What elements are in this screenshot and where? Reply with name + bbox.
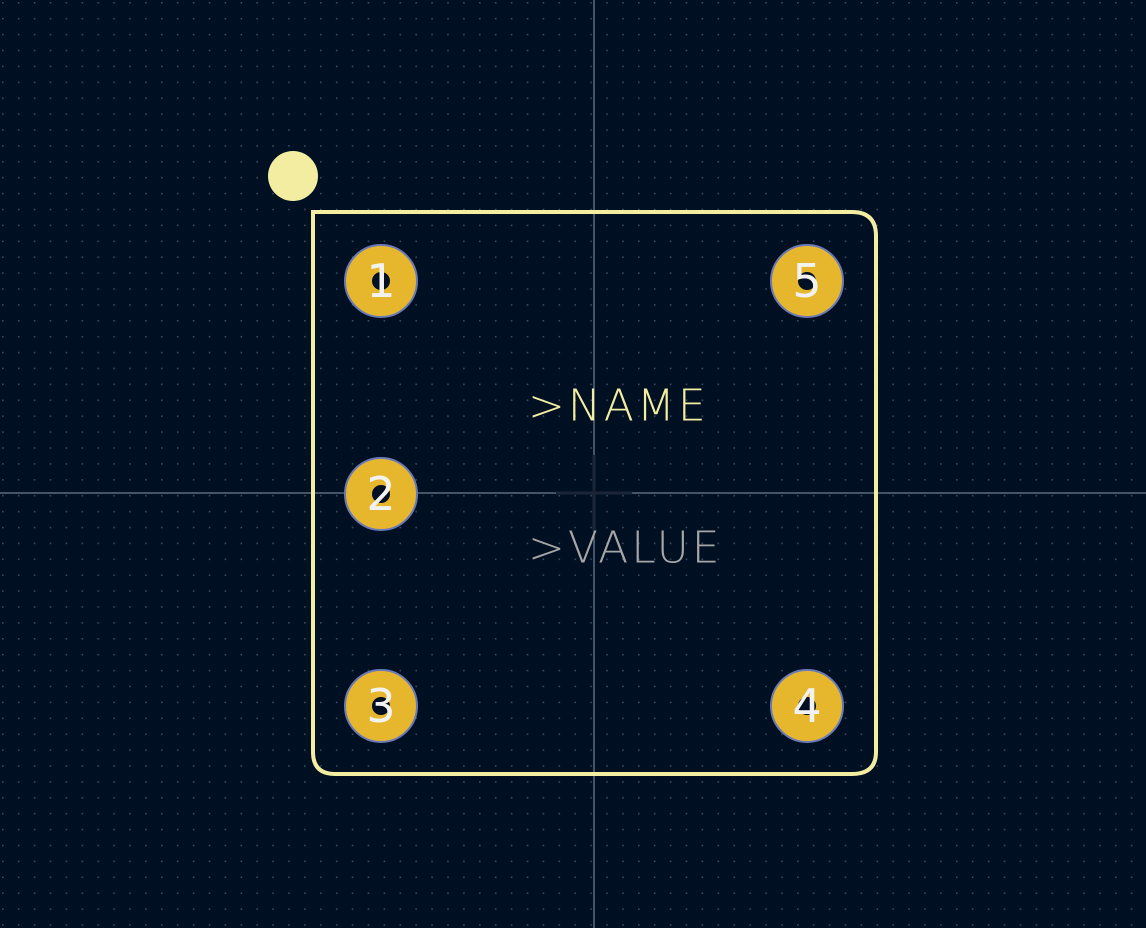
- pad-1[interactable]: 1: [344, 244, 418, 318]
- pad-2-number: 2: [366, 467, 395, 521]
- pad-3[interactable]: 3: [344, 669, 418, 743]
- pad-3-number: 3: [366, 679, 395, 733]
- pad-2[interactable]: 2: [344, 457, 418, 531]
- pad-5[interactable]: 5: [770, 244, 844, 318]
- name-field[interactable]: >NAME: [528, 381, 709, 432]
- pcb-footprint-canvas[interactable]: 1 2 3 4 5 >NAME >VALUE: [0, 0, 1146, 928]
- pad-4-number: 4: [792, 679, 821, 733]
- value-field[interactable]: >VALUE: [528, 523, 723, 574]
- pin1-dot-marker: [268, 151, 318, 201]
- grid-dots: [0, 0, 1146, 928]
- pad-5-number: 5: [792, 254, 821, 308]
- pad-1-number: 1: [366, 254, 395, 308]
- pad-4[interactable]: 4: [770, 669, 844, 743]
